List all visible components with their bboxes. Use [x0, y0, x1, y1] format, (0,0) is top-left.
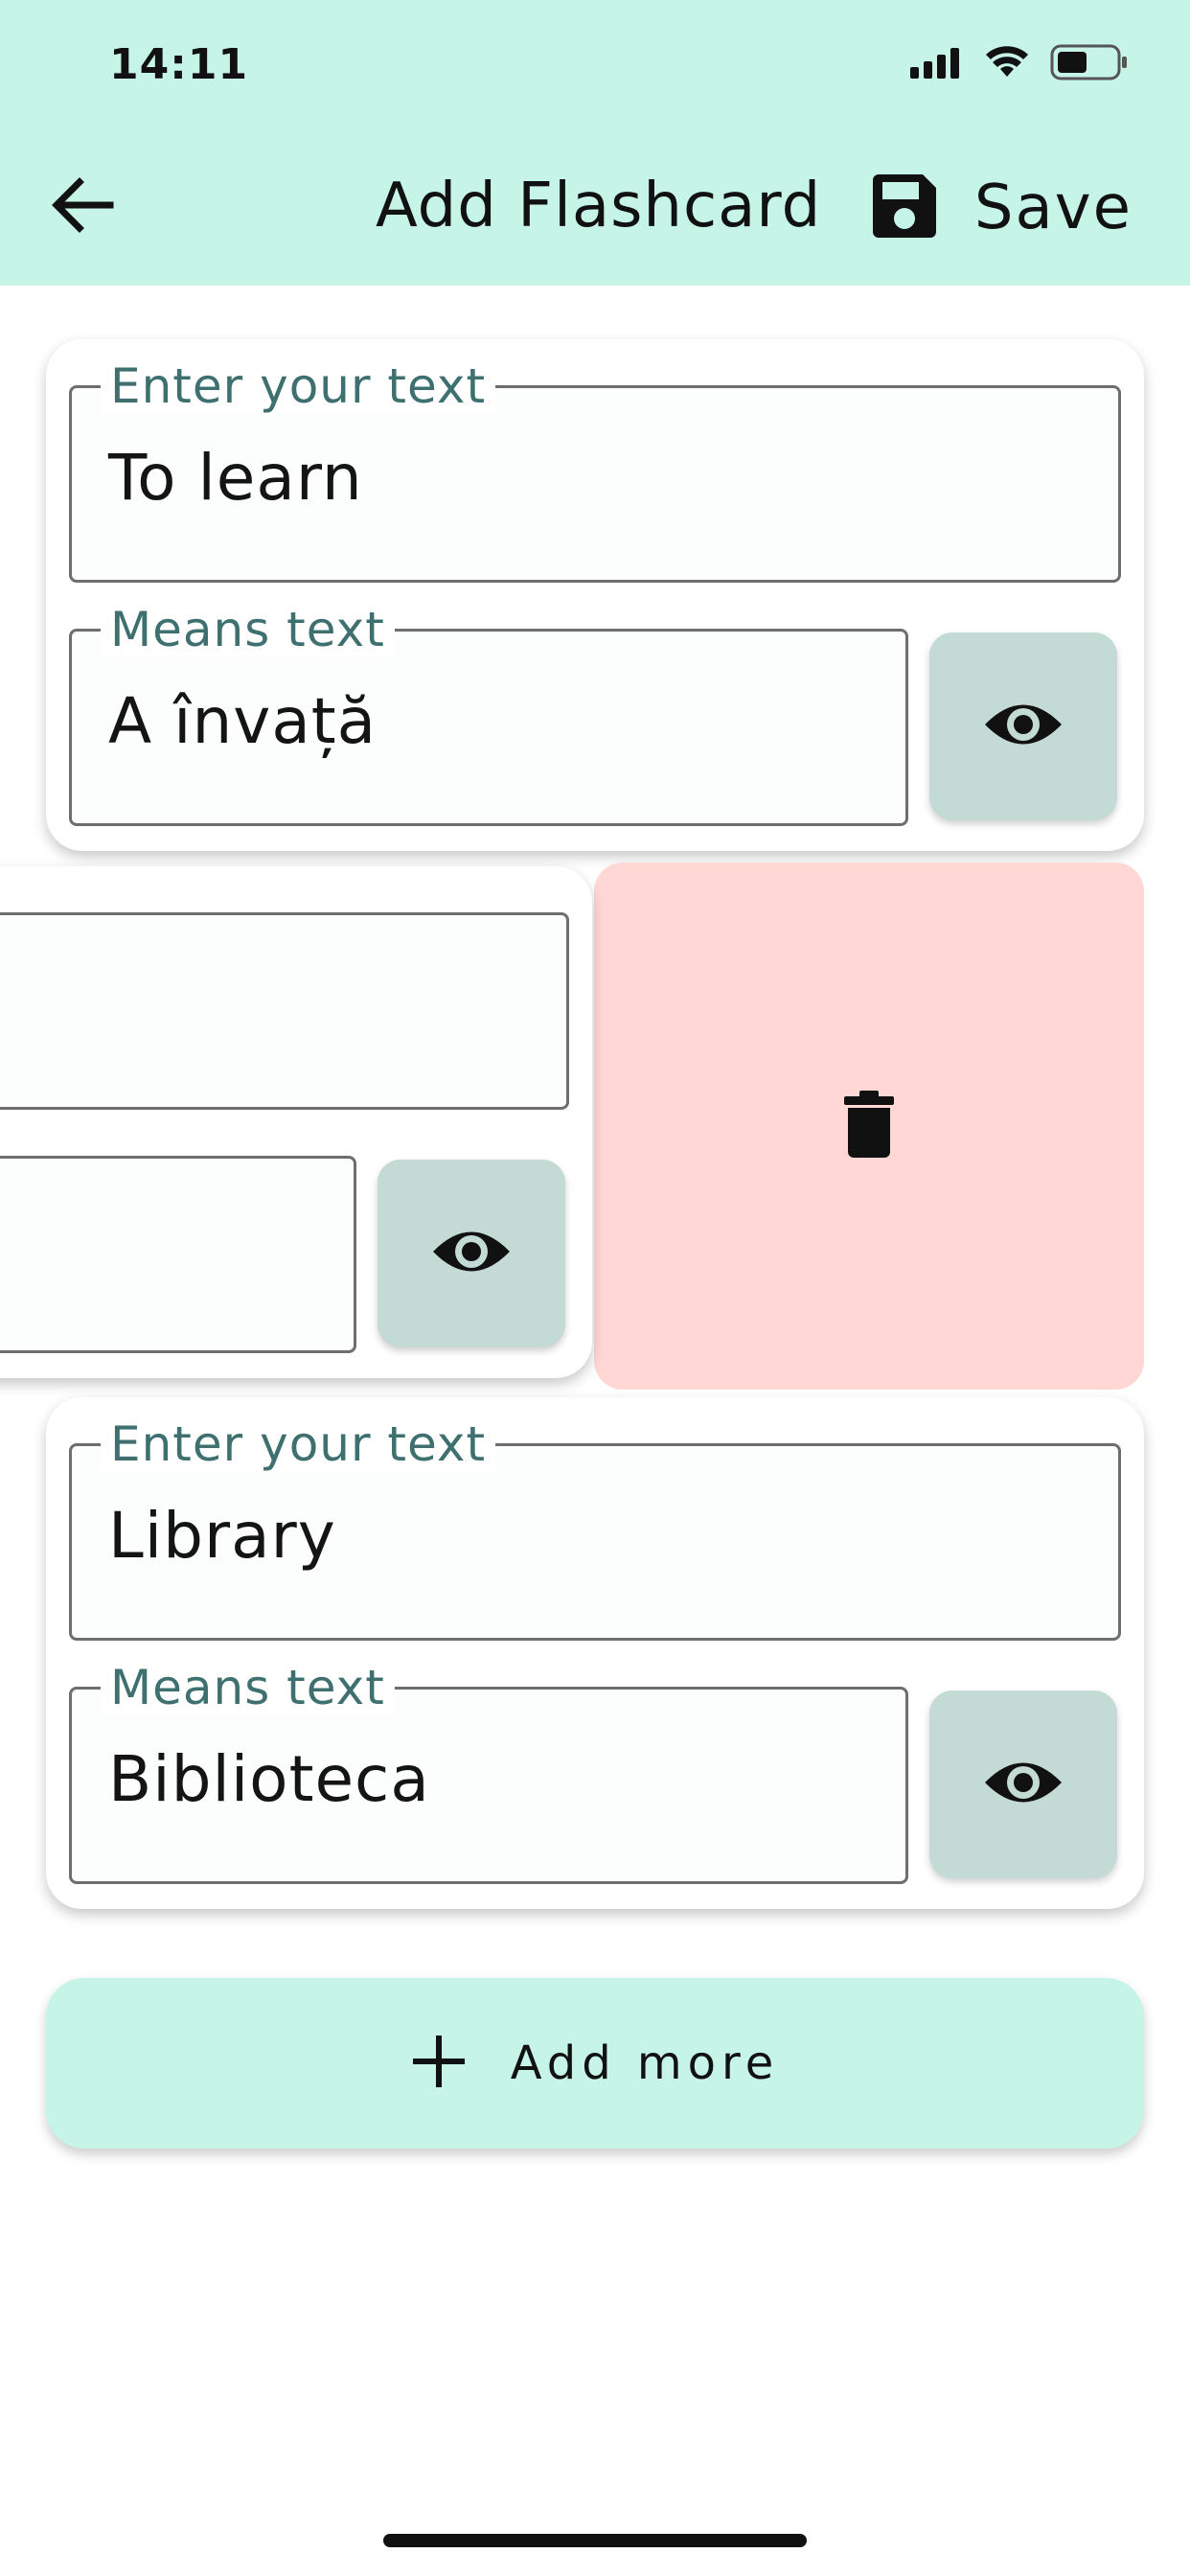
back-button[interactable] — [38, 163, 126, 251]
app-header: 14:11 Add Flashcard Save — [0, 0, 1190, 286]
term-value: Library — [108, 1499, 336, 1573]
term-input[interactable]: Enter your text Library — [69, 1417, 1121, 1641]
meaning-value: Biblioteca — [108, 1742, 430, 1816]
reveal-button[interactable] — [929, 1690, 1117, 1878]
meaning-value: A învață — [108, 684, 378, 758]
meaning-label: Means text — [101, 1661, 395, 1714]
trash-icon — [844, 1091, 894, 1162]
status-icons — [910, 44, 1129, 84]
floppy-disk-icon — [869, 171, 940, 245]
delete-zone[interactable] — [594, 862, 1144, 1390]
signal-icon — [910, 46, 964, 82]
meaning-input[interactable]: Means text Biblioteca — [69, 1661, 908, 1884]
meaning-label: Means text — [101, 603, 395, 656]
add-more-label: Add more — [510, 2036, 780, 2090]
reveal-button[interactable] — [929, 632, 1117, 820]
term-label: Enter your text — [101, 359, 496, 413]
flashcard-3: Enter your text Library Means text Bibli… — [46, 1397, 1144, 1909]
flashcard-2 — [0, 866, 592, 1378]
wifi-icon — [985, 46, 1029, 82]
status-time: 14:11 — [109, 40, 249, 89]
term-input[interactable]: Enter your text To learn — [69, 359, 1121, 583]
term-input[interactable] — [0, 912, 569, 1110]
page-title: Add Flashcard — [376, 171, 822, 242]
arrow-left-icon — [49, 176, 116, 238]
save-button[interactable]: Save — [869, 165, 1133, 251]
battery-icon — [1050, 44, 1129, 84]
flashcard-1: Enter your text To learn Means text A în… — [46, 339, 1144, 851]
save-label: Save — [973, 172, 1133, 243]
meaning-input[interactable]: Means text A învață — [69, 603, 908, 826]
eye-icon — [982, 1755, 1064, 1814]
meaning-input[interactable] — [0, 1156, 356, 1353]
plus-icon — [411, 2034, 467, 2093]
term-label: Enter your text — [101, 1417, 496, 1471]
add-more-button[interactable]: Add more — [46, 1978, 1144, 2149]
add-flashcard-screen: 14:11 Add Flashcard Save Enter your text… — [0, 0, 1190, 2576]
eye-icon — [430, 1224, 513, 1283]
home-indicator[interactable] — [383, 2534, 807, 2547]
reveal-button[interactable] — [378, 1160, 565, 1347]
term-value: To learn — [108, 441, 363, 515]
eye-icon — [982, 697, 1064, 756]
